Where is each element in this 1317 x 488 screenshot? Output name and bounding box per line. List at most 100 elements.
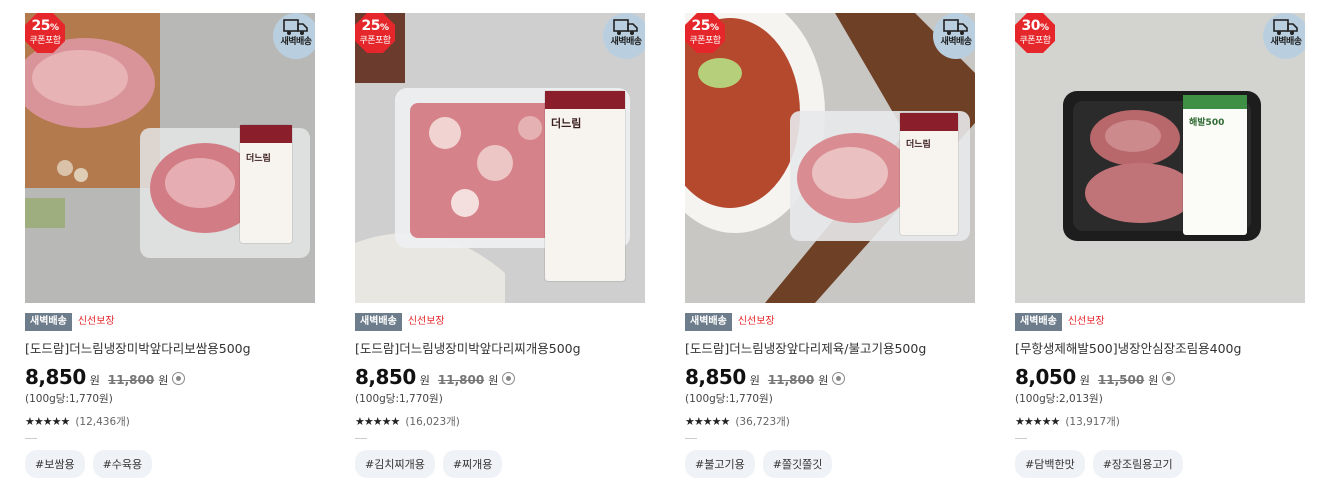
price-info-icon[interactable] — [502, 372, 516, 385]
discount-unit: % — [379, 23, 389, 33]
product-name[interactable]: [도드람]더느림냉장미박앞다리보쌈용500g — [25, 338, 325, 357]
rating-row: ★★★★★ (13,917개) — [1015, 414, 1315, 429]
fresh-tag: 신선보장 — [737, 316, 775, 327]
fresh-tag: 신선보장 — [1067, 316, 1105, 327]
coupon-label: 쿠폰포함 — [689, 36, 721, 46]
hashtag[interactable]: #불고기용 — [685, 450, 755, 478]
delivery-badge-label: 새벽배송 — [940, 37, 972, 47]
label-brand: 더느림 — [906, 140, 931, 150]
star-rating-icon: ★★★★★ — [355, 415, 400, 428]
product-image[interactable]: 더느림 25% 쿠폰포함 새벽배송 — [685, 13, 975, 303]
tag-row: 새벽배송 신선보장 — [25, 313, 325, 331]
package-label: 더느림 — [545, 91, 625, 281]
original-price: 11,800 — [767, 373, 815, 387]
delivery-badge: 새벽배송 — [603, 13, 645, 59]
discount-unit: % — [1039, 23, 1049, 33]
price-row: 8,850 원 11,800 원 — [25, 365, 325, 389]
product-card[interactable]: 더느림 25% 쿠폰포함 새벽배송 새벽배송 신선보장 [도드람]더느림냉장앞다… — [685, 13, 985, 478]
hashtag-list: #김치찌개용 #찌개용 — [355, 450, 655, 478]
product-name[interactable]: [도드람]더느림냉장앞다리제육/불고기용500g — [685, 338, 985, 357]
discount-unit: % — [709, 23, 719, 33]
original-price: 11,500 — [1097, 373, 1145, 387]
fresh-tag: 신선보장 — [77, 316, 115, 327]
discount-value: 25 — [31, 18, 50, 34]
delivery-badge-label: 새벽배송 — [610, 37, 642, 47]
star-rating-icon: ★★★★★ — [685, 415, 730, 428]
review-count: (13,917개) — [1065, 416, 1120, 428]
currency: 원 — [89, 374, 100, 387]
currency: 원 — [158, 374, 169, 387]
hashtag[interactable]: #보쌈용 — [25, 450, 85, 478]
label-brand: 해발500 — [1189, 118, 1225, 128]
coupon-label: 쿠폰포함 — [29, 36, 61, 46]
divider — [25, 438, 37, 439]
hashtag[interactable]: #장조림용고기 — [1092, 450, 1183, 478]
delivery-badge-label: 새벽배송 — [1270, 37, 1302, 47]
hashtag[interactable]: #김치찌개용 — [355, 450, 435, 478]
product-card[interactable]: 해발500 30% 쿠폰포함 새벽배송 새벽배송 신선보장 [무항생제해발500… — [1015, 13, 1315, 478]
delivery-tag: 새벽배송 — [685, 313, 732, 331]
truck-icon — [943, 19, 968, 35]
price-info-icon[interactable] — [172, 372, 186, 385]
unit-price: (100g당:1,770원) — [355, 393, 443, 405]
delivery-badge-label: 새벽배송 — [280, 37, 312, 47]
truck-icon — [1273, 19, 1298, 35]
review-count: (12,436개) — [75, 416, 130, 428]
truck-icon — [613, 19, 638, 35]
product-name[interactable]: [도드람]더느림냉장미박앞다리찌개용500g — [355, 338, 655, 357]
label-brand: 더느림 — [246, 154, 271, 164]
discount-value: 25 — [361, 18, 380, 34]
discount-value: 30 — [1021, 18, 1040, 34]
original-price: 11,800 — [107, 373, 155, 387]
price-info-icon[interactable] — [832, 372, 846, 385]
delivery-badge: 새벽배송 — [1263, 13, 1305, 59]
truck-icon — [283, 19, 308, 35]
product-card[interactable]: 더느림 25% 쿠폰포함 새벽배송 새벽배송 신선보장 [도드람]더느림냉장미박… — [25, 13, 325, 478]
hashtag[interactable]: #쫄깃쫄깃 — [762, 450, 833, 478]
rating-row: ★★★★★ (36,723개) — [685, 414, 985, 429]
hashtag[interactable]: #찌개용 — [442, 450, 503, 478]
package-label: 더느림 — [900, 113, 958, 235]
price-info-icon[interactable] — [1162, 372, 1176, 385]
star-rating-icon: ★★★★★ — [1015, 415, 1060, 428]
unit-price: (100g당:2,013원) — [1015, 393, 1103, 405]
currency: 원 — [1079, 374, 1090, 387]
currency: 원 — [818, 374, 829, 387]
hashtag-list: #불고기용 #쫄깃쫄깃 — [685, 450, 985, 478]
discount-value: 25 — [691, 18, 710, 34]
review-count: (16,023개) — [405, 416, 460, 428]
unit-price: (100g당:1,770원) — [685, 393, 773, 405]
product-grid: 더느림 25% 쿠폰포함 새벽배송 새벽배송 신선보장 [도드람]더느림냉장미박… — [0, 0, 1317, 488]
delivery-tag: 새벽배송 — [1015, 313, 1062, 331]
delivery-badge: 새벽배송 — [273, 13, 315, 59]
original-price: 11,800 — [437, 373, 485, 387]
package-label: 더느림 — [240, 125, 292, 243]
discount-badge: 25% 쿠폰포함 — [25, 13, 65, 53]
product-image[interactable]: 더느림 25% 쿠폰포함 새벽배송 — [25, 13, 315, 303]
product-name[interactable]: [무항생제해발500]냉장안심장조림용400g — [1015, 338, 1315, 357]
hashtag-list: #보쌈용 #수육용 — [25, 450, 325, 478]
product-image[interactable]: 더느림 25% 쿠폰포함 새벽배송 — [355, 13, 645, 303]
delivery-tag: 새벽배송 — [25, 313, 72, 331]
label-brand: 더느림 — [551, 117, 582, 130]
discount-badge: 25% 쿠폰포함 — [355, 13, 395, 53]
product-image[interactable]: 해발500 30% 쿠폰포함 새벽배송 — [1015, 13, 1305, 303]
delivery-badge: 새벽배송 — [933, 13, 975, 59]
sale-price: 8,050 — [1015, 365, 1076, 389]
delivery-tag: 새벽배송 — [355, 313, 402, 331]
product-photo — [1015, 13, 1305, 303]
price-row: 8,850 원 11,800 원 — [355, 365, 655, 389]
divider — [1015, 438, 1027, 439]
currency: 원 — [488, 374, 499, 387]
discount-unit: % — [49, 23, 59, 33]
rating-row: ★★★★★ (16,023개) — [355, 414, 655, 429]
unit-price: (100g당:1,770원) — [25, 393, 113, 405]
hashtag[interactable]: #담백한맛 — [1015, 450, 1085, 478]
coupon-label: 쿠폰포함 — [359, 36, 391, 46]
tag-row: 새벽배송 신선보장 — [685, 313, 985, 331]
hashtag[interactable]: #수육용 — [92, 450, 153, 478]
product-card[interactable]: 더느림 25% 쿠폰포함 새벽배송 새벽배송 신선보장 [도드람]더느림냉장미박… — [355, 13, 655, 478]
hashtag-list: #담백한맛 #장조림용고기 — [1015, 450, 1315, 478]
discount-badge: 30% 쿠폰포함 — [1015, 13, 1055, 53]
divider — [355, 438, 367, 439]
